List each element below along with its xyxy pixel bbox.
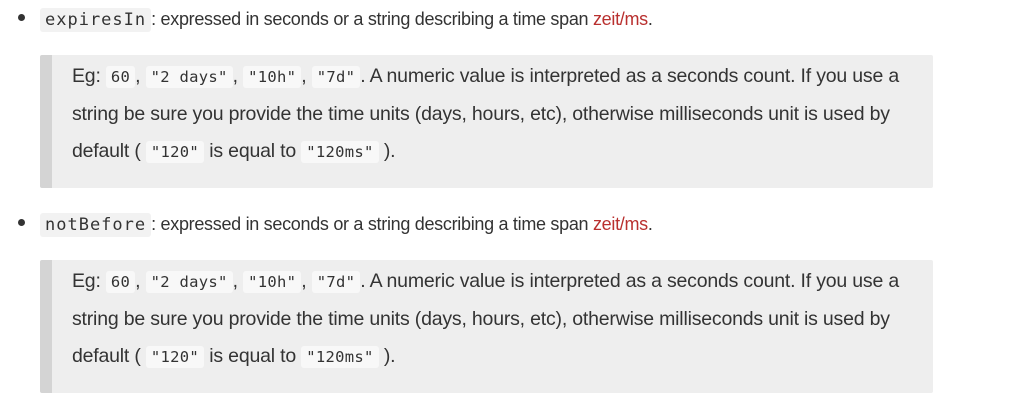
example-prefix: Eg: xyxy=(72,270,106,292)
example-code-120ms: "120ms" xyxy=(301,141,379,163)
option-period: . xyxy=(647,214,653,234)
example-blockquote: Eg: 60, "2 days", "10h", "7d". A numeric… xyxy=(40,260,933,393)
option-name: notBefore xyxy=(40,213,152,237)
example-end: ). xyxy=(383,140,396,162)
option-line: expiresIn: expressed in seconds or a str… xyxy=(40,5,653,34)
option-description: : expressed in seconds or a string descr… xyxy=(151,214,593,234)
option-period: . xyxy=(647,9,653,29)
example-equal-text: is equal to xyxy=(204,140,302,162)
separator: , xyxy=(301,270,312,292)
option-line: notBefore: expressed in seconds or a str… xyxy=(40,210,653,239)
zeit-ms-link[interactable]: zeit/ms xyxy=(593,214,648,234)
separator: , xyxy=(232,65,244,87)
separator: , xyxy=(135,270,146,292)
separator: , xyxy=(301,65,312,87)
bullet-icon xyxy=(18,219,25,226)
example-text: Eg: 60, "2 days", "10h", "7d". A numeric… xyxy=(72,58,932,171)
separator: , xyxy=(232,270,244,292)
example-value-10h: "10h" xyxy=(243,271,302,293)
option-description: : expressed in seconds or a string descr… xyxy=(151,9,593,29)
example-value-7d: "7d" xyxy=(311,271,361,293)
example-code-120: "120" xyxy=(145,346,205,368)
example-blockquote: Eg: 60, "2 days", "10h", "7d". A numeric… xyxy=(40,55,933,188)
example-value-2days: "2 days" xyxy=(145,66,233,88)
example-value-7d: "7d" xyxy=(311,66,361,88)
example-code-120: "120" xyxy=(145,141,205,163)
example-value-60: 60 xyxy=(105,271,136,293)
example-text: Eg: 60, "2 days", "10h", "7d". A numeric… xyxy=(72,263,932,376)
bullet-icon xyxy=(18,14,25,21)
separator: , xyxy=(135,65,146,87)
zeit-ms-link[interactable]: zeit/ms xyxy=(593,9,648,29)
example-value-10h: "10h" xyxy=(243,66,302,88)
example-end: ). xyxy=(383,345,396,367)
example-prefix: Eg: xyxy=(72,65,106,87)
example-value-2days: "2 days" xyxy=(145,271,233,293)
option-name: expiresIn xyxy=(40,8,152,32)
example-code-120ms: "120ms" xyxy=(301,346,379,368)
example-equal-text: is equal to xyxy=(204,345,302,367)
example-value-60: 60 xyxy=(105,66,136,88)
